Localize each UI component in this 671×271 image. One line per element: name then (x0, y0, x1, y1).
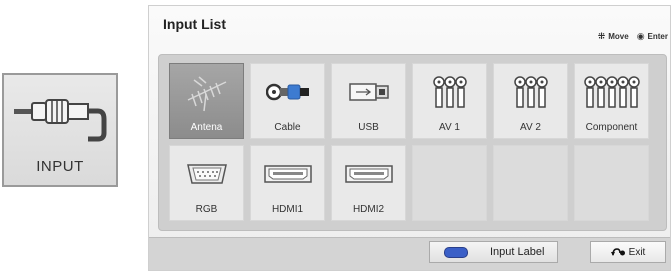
rca-jacks-3-icon (513, 76, 548, 108)
input-label: HDMI2 (352, 204, 385, 215)
move-arrows-icon: ⁜ (597, 31, 606, 41)
vga-port-icon (186, 164, 227, 184)
blue-key-icon (444, 246, 468, 258)
input-tile-component[interactable]: Component (574, 63, 649, 139)
bottom-bar: Input Label Exit (149, 237, 670, 270)
input-label: USB (358, 122, 379, 133)
input-tile-av2[interactable]: AV 2 (493, 63, 568, 139)
input-key-label: INPUT (36, 158, 84, 175)
empty-tile (574, 145, 649, 221)
rca-jacks-5-icon (583, 76, 640, 108)
input-tile-hdmi1[interactable]: HDMI1 (250, 145, 325, 221)
input-tile-hdmi2[interactable]: HDMI2 (331, 145, 406, 221)
move-hint: Move (608, 32, 629, 41)
input-tile-usb[interactable]: USB (331, 63, 406, 139)
hdmi-port-icon (344, 165, 393, 183)
input-tile-av1[interactable]: AV 1 (412, 63, 487, 139)
enter-hint: Enter (647, 32, 668, 41)
usb-icon (348, 83, 389, 101)
antenna-icon (187, 76, 226, 112)
rca-plug-icon (14, 99, 107, 142)
input-label-button[interactable]: Input Label (429, 241, 558, 263)
empty-tile (412, 145, 487, 221)
input-label: RGB (195, 204, 218, 215)
input-label: Cable (274, 122, 301, 133)
hdmi-port-icon (263, 165, 312, 183)
key-hints: ⁜ Move ◉ Enter (598, 31, 668, 42)
input-list-dialog: Input List ⁜ Move ◉ Enter Antena Cable U… (148, 5, 671, 271)
exit-back-icon (610, 248, 625, 256)
input-label: AV 2 (520, 122, 541, 133)
enter-dot-icon: ◉ (636, 31, 645, 41)
input-label: Component (585, 122, 638, 133)
input-tile-cable[interactable]: Cable (250, 63, 325, 139)
input-grid: Antena Cable USB AV 1 AV 2 Component RGB… (158, 54, 667, 231)
rca-jacks-3-icon (432, 76, 467, 108)
input-tile-antena[interactable]: Antena (169, 63, 244, 139)
exit-button[interactable]: Exit (590, 241, 666, 263)
input-label: Antena (190, 122, 223, 133)
input-key[interactable]: INPUT (2, 73, 118, 187)
input-tile-rgb[interactable]: RGB (169, 145, 244, 221)
input-label-button-text: Input Label (490, 246, 545, 258)
exit-label: Exit (628, 246, 646, 258)
input-label: AV 1 (439, 122, 460, 133)
dialog-title: Input List (163, 16, 226, 32)
coax-cable-icon (265, 83, 309, 101)
input-label: HDMI1 (271, 204, 304, 215)
empty-tile (493, 145, 568, 221)
